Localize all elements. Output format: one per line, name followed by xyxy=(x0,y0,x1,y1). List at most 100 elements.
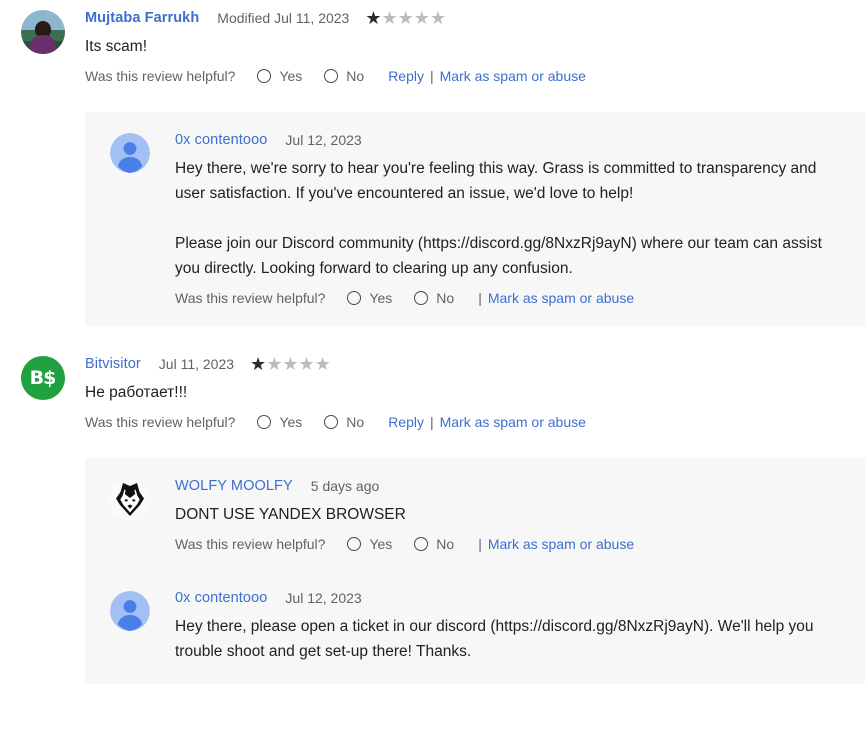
radio-icon-no[interactable] xyxy=(324,415,339,429)
helpful-no-option[interactable]: No xyxy=(324,66,364,86)
reply-paragraph: Please join our Discord community (https… xyxy=(175,235,822,277)
review-text: Не работает!!! xyxy=(85,380,750,405)
reply-header: 0x contentooo Jul 12, 2023 xyxy=(175,588,845,608)
avatar-column xyxy=(85,588,175,666)
mark-spam-link[interactable]: Mark as spam or abuse xyxy=(488,288,634,308)
reply-link[interactable]: Reply xyxy=(388,66,424,86)
avatar-column xyxy=(0,8,85,86)
helpful-no-label: No xyxy=(346,68,365,84)
helpful-yes-label: Yes xyxy=(369,290,393,306)
reply-text: DONT USE YANDEX BROWSER xyxy=(175,502,840,527)
action-separator: | xyxy=(429,68,434,84)
star-icon-empty: ★ xyxy=(298,354,315,374)
helpful-no-label: No xyxy=(436,290,455,306)
reply-block: WOLFY MOOLFY 5 days ago DONT USE YANDEX … xyxy=(85,458,865,684)
helpful-row: Was this review helpful? Yes No | Mark a… xyxy=(175,534,845,554)
star-icon-empty: ★ xyxy=(314,354,331,374)
action-separator: | xyxy=(478,536,482,552)
review-actions: Reply | Mark as spam or abuse xyxy=(388,412,586,432)
reply-paragraph: Hey there, we're sorry to hear you're fe… xyxy=(175,160,817,202)
helpful-yes-option[interactable]: Yes xyxy=(347,534,392,554)
reply-paragraph: Hey there, please open a ticket in our d… xyxy=(175,618,814,660)
default-person-avatar xyxy=(110,133,150,173)
review-date: Jul 11, 2023 xyxy=(158,356,235,372)
photo-avatar-mujtaba xyxy=(20,10,65,54)
reply-link[interactable]: Reply xyxy=(388,412,424,432)
helpful-no-label: No xyxy=(346,414,365,430)
reply-author-name[interactable]: 0x contentooo xyxy=(175,130,267,150)
avatar-column: B$ xyxy=(0,354,85,432)
helpful-yes-option[interactable]: Yes xyxy=(257,412,302,432)
action-separator: | xyxy=(478,290,482,306)
radio-icon-yes[interactable] xyxy=(347,291,362,305)
reply-actions: | Mark as spam or abuse xyxy=(478,534,634,554)
review-paragraph: Не работает!!! xyxy=(85,384,188,401)
reply-text: Hey there, please open a ticket in our d… xyxy=(175,614,840,664)
helpful-yes-label: Yes xyxy=(279,414,303,430)
reply-actions: | Mark as spam or abuse xyxy=(478,288,634,308)
mark-spam-link[interactable]: Mark as spam or abuse xyxy=(440,412,586,432)
reply-date: Jul 12, 2023 xyxy=(285,132,362,148)
radio-icon-yes[interactable] xyxy=(257,415,272,429)
reply-author-name[interactable]: WOLFY MOOLFY xyxy=(175,476,293,496)
radio-icon-no[interactable] xyxy=(324,69,339,83)
helpful-row: Was this review helpful? Yes No Reply | … xyxy=(85,412,853,432)
reply-item: WOLFY MOOLFY 5 days ago DONT USE YANDEX … xyxy=(85,472,865,558)
helpful-question: Was this review helpful? xyxy=(85,414,236,430)
helpful-question: Was this review helpful? xyxy=(85,68,236,84)
review-content: Bitvisitor Jul 11, 2023 ★ ★ ★ ★ ★ Не работае… xyxy=(85,354,865,432)
helpful-yes-option[interactable]: Yes xyxy=(257,66,302,86)
review-date: Modified Jul 11, 2023 xyxy=(217,10,350,26)
review-actions: Reply | Mark as spam or abuse xyxy=(388,66,586,86)
review-header: Mujtaba Farrukh Modified Jul 11, 2023 ★ ★… xyxy=(85,8,853,28)
star-icon-empty: ★ xyxy=(397,8,414,28)
bs-logo-text: B$ xyxy=(29,367,57,389)
helpful-question: Was this review helpful? xyxy=(175,536,326,552)
review-author-name[interactable]: Mujtaba Farrukh xyxy=(85,8,199,28)
reply-item: 0x contentooo Jul 12, 2023 Hey there, pl… xyxy=(85,584,865,670)
reply-header: WOLFY MOOLFY 5 days ago xyxy=(175,476,845,496)
radio-icon-yes[interactable] xyxy=(257,69,272,83)
helpful-no-option[interactable]: No xyxy=(414,288,454,308)
helpful-no-label: No xyxy=(436,536,455,552)
action-separator: | xyxy=(429,414,434,430)
mark-spam-link[interactable]: Mark as spam or abuse xyxy=(488,534,634,554)
reply-author-name[interactable]: 0x contentooo xyxy=(175,588,267,608)
reply-header: 0x contentooo Jul 12, 2023 xyxy=(175,130,845,150)
review-author-name[interactable]: Bitvisitor xyxy=(85,354,141,374)
reviews-list: Mujtaba Farrukh Modified Jul 11, 2023 ★ ★… xyxy=(0,0,865,684)
reply-item: 0x contentooo Jul 12, 2023 Hey there, we… xyxy=(85,126,865,312)
avatar-column xyxy=(85,130,175,308)
helpful-no-option[interactable]: No xyxy=(414,534,454,554)
reply-content: 0x contentooo Jul 12, 2023 Hey there, we… xyxy=(175,130,865,308)
review-text: Its scam! xyxy=(85,34,750,59)
star-icon-filled: ★ xyxy=(365,8,382,28)
reply-text: Hey there, we're sorry to hear you're fe… xyxy=(175,156,840,281)
radio-icon-no[interactable] xyxy=(414,537,429,551)
helpful-yes-option[interactable]: Yes xyxy=(347,288,392,308)
review-item: Mujtaba Farrukh Modified Jul 11, 2023 ★ ★… xyxy=(0,0,865,86)
reply-date: Jul 12, 2023 xyxy=(285,590,362,606)
reply-content: WOLFY MOOLFY 5 days ago DONT USE YANDEX … xyxy=(175,476,865,554)
star-icon-empty: ★ xyxy=(282,354,299,374)
radio-icon-yes[interactable] xyxy=(347,537,362,551)
review-content: Mujtaba Farrukh Modified Jul 11, 2023 ★ ★… xyxy=(85,8,865,86)
wolf-head-avatar xyxy=(109,479,151,521)
bs-logo-avatar: B$ xyxy=(20,356,65,400)
radio-icon-no[interactable] xyxy=(414,291,429,305)
star-icon-filled: ★ xyxy=(250,354,267,374)
helpful-row: Was this review helpful? Yes No Reply | … xyxy=(85,66,853,86)
review-item: B$ Bitvisitor Jul 11, 2023 ★ ★ ★ ★ ★ Не рабо… xyxy=(0,346,865,432)
star-icon-empty: ★ xyxy=(413,8,430,28)
star-icon-empty: ★ xyxy=(429,8,447,28)
mark-spam-link[interactable]: Mark as spam or abuse xyxy=(440,66,586,86)
star-rating: ★ ★ ★ ★ ★ xyxy=(250,355,331,373)
helpful-no-option[interactable]: No xyxy=(324,412,364,432)
reply-paragraph: DONT USE YANDEX BROWSER xyxy=(175,506,406,523)
helpful-row: Was this review helpful? Yes No | Mark a… xyxy=(175,288,845,308)
review-header: Bitvisitor Jul 11, 2023 ★ ★ ★ ★ ★ xyxy=(85,354,853,374)
